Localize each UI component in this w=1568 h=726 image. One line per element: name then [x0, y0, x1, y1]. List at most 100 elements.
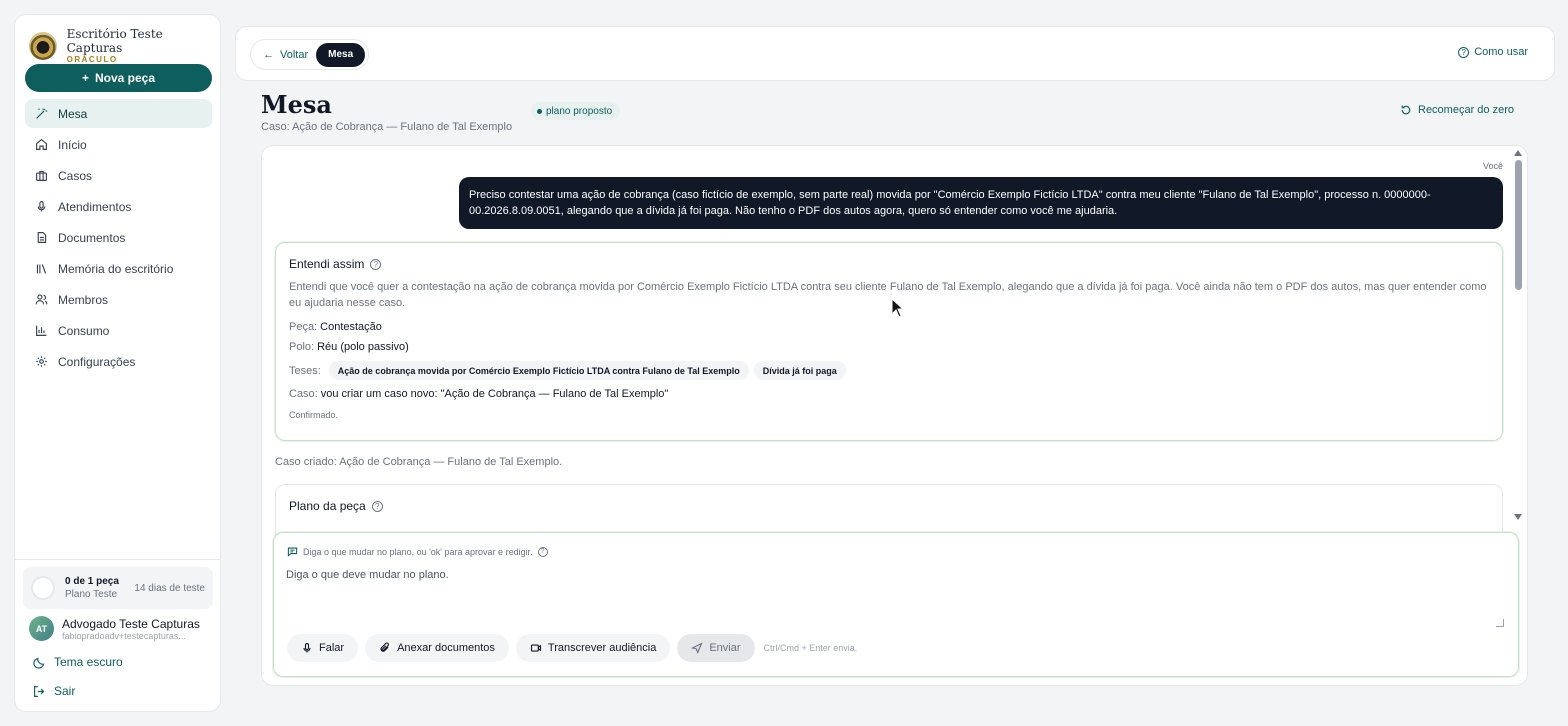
teses-row: Teses: Ação de cobrança movida por Comér…: [289, 361, 1489, 380]
mouse-cursor-icon: [891, 298, 905, 318]
new-piece-button[interactable]: + Nova peça: [25, 64, 212, 92]
status-badge: plano proposto: [531, 102, 621, 120]
teses-key: Teses:: [289, 364, 321, 377]
message-icon: [287, 547, 298, 557]
peca-row: Peça: Contestação: [289, 321, 1489, 333]
sidebar-item-label: Membros: [58, 292, 109, 307]
status-dot-icon: [537, 108, 542, 114]
sidebar-item-configuracoes[interactable]: Configurações: [25, 347, 212, 376]
transcribe-hearing-button[interactable]: Transcrever audiência: [515, 634, 671, 662]
sidebar-item-documentos[interactable]: Documentos: [25, 223, 212, 252]
plan-title: Plano da peça ?: [289, 499, 1489, 513]
back-button[interactable]: ← Voltar: [263, 49, 308, 61]
paperclip-icon: [380, 642, 390, 652]
understood-title-text: Entendi assim: [289, 257, 365, 271]
plan-change-input[interactable]: [286, 569, 1506, 627]
sidebar-item-atendimentos[interactable]: Atendimentos: [25, 192, 212, 221]
attach-label: Anexar documentos: [397, 642, 495, 654]
logout-label: Sair: [54, 684, 76, 698]
chat-panel: Você Preciso contestar uma ação de cobra…: [261, 145, 1528, 686]
composer-hint-text: Diga o que mudar no plano, ou 'ok' para …: [303, 546, 533, 557]
confirmed-note: Confirmado.: [289, 410, 339, 420]
sidebar-nav: Mesa Início Casos Atendimentos Documento…: [25, 99, 212, 378]
polo-key: Polo:: [289, 341, 315, 353]
scroll-up-icon[interactable]: [1514, 150, 1522, 156]
sidebar-item-mesa[interactable]: Mesa: [25, 99, 212, 128]
sidebar-item-label: Atendimentos: [58, 199, 132, 214]
user-profile[interactable]: AT Advogado Teste Capturas fabiopradoadv…: [29, 616, 214, 641]
brand-sub: ORÁCULO: [66, 55, 118, 64]
scroll-down-icon[interactable]: [1514, 514, 1522, 520]
help-circle-icon[interactable]: ?: [370, 258, 382, 270]
understood-description: Entendi que você quer a contestação na a…: [289, 281, 1487, 309]
resize-handle[interactable]: [1496, 619, 1504, 627]
polo-value: Réu (polo passivo): [317, 341, 409, 353]
how-to-use-link[interactable]: ? Como usar: [1458, 46, 1528, 58]
moon-icon: [33, 657, 45, 669]
sidebar-item-inicio[interactable]: Início: [25, 130, 212, 159]
logout-icon: [34, 685, 45, 697]
avatar: AT: [29, 616, 54, 641]
page-case-subtitle: Caso: Ação de Cobrança — Fulano de Tal E…: [261, 121, 513, 133]
bar-chart-icon: [36, 325, 47, 336]
sidebar-item-casos[interactable]: Casos: [25, 161, 212, 190]
library-icon: [36, 264, 47, 274]
sidebar: Escritório Teste Capturas ORÁCULO + Nova…: [14, 14, 221, 712]
new-piece-label: Nova peça: [94, 71, 156, 85]
document-icon: [37, 232, 47, 243]
briefcase-icon: [36, 170, 47, 181]
brand[interactable]: Escritório Teste Capturas ORÁCULO: [29, 27, 220, 64]
sidebar-item-membros[interactable]: Membros: [25, 285, 212, 314]
trial-days: 14 dias de teste: [134, 582, 205, 594]
sidebar-item-label: Início: [58, 137, 87, 152]
user-email: fabiopradoadv+testecapturas...: [62, 630, 186, 641]
users-icon: [35, 294, 48, 305]
home-icon: [36, 138, 47, 150]
logout-button[interactable]: Sair: [33, 684, 75, 698]
composer-actions: Falar Anexar documentos Transcrever audi…: [287, 634, 857, 662]
user-message-bubble: Preciso contestar uma ação de cobrança (…: [459, 177, 1503, 229]
status-label: plano proposto: [546, 105, 613, 117]
brand-name: Escritório Teste Capturas: [66, 27, 163, 55]
sidebar-divider: [15, 559, 220, 560]
plus-icon: +: [81, 71, 89, 85]
shortcut-hint: Ctrl/Cmd + Enter envia.: [763, 643, 858, 653]
back-label: Voltar: [280, 48, 309, 61]
restart-button[interactable]: Recomeçar do zero: [1400, 104, 1514, 116]
sidebar-item-memoria[interactable]: Memória do escritório: [25, 254, 212, 283]
video-icon: [530, 644, 541, 652]
sidebar-item-consumo[interactable]: Consumo: [25, 316, 212, 345]
sidebar-item-label: Documentos: [58, 230, 126, 245]
speak-button[interactable]: Falar: [287, 634, 359, 662]
speak-label: Falar: [319, 642, 345, 654]
sidebar-item-label: Configurações: [58, 354, 136, 369]
help-circle-icon[interactable]: ?: [537, 546, 548, 557]
arrow-left-icon: ←: [263, 48, 274, 61]
microphone-icon: [303, 642, 311, 653]
scrollbar[interactable]: [1513, 148, 1525, 520]
attach-documents-button[interactable]: Anexar documentos: [365, 634, 509, 662]
wand-icon: [36, 108, 48, 119]
sidebar-item-label: Consumo: [58, 323, 110, 338]
usage-ring: [31, 576, 55, 600]
send-button[interactable]: Enviar: [677, 634, 755, 662]
help-circle-icon[interactable]: ?: [371, 500, 383, 512]
usage-count: 0 de 1 peça: [65, 576, 119, 587]
polo-row: Polo: Réu (polo passivo): [289, 341, 1489, 353]
sidebar-item-label: Mesa: [58, 106, 88, 121]
thesis-tag: Dívida já foi paga: [753, 361, 846, 380]
current-page-pill[interactable]: Mesa: [316, 42, 366, 67]
send-label: Enviar: [709, 642, 741, 654]
brand-logo: [29, 31, 57, 60]
caso-value: vou criar um caso novo: "Ação de Cobranç…: [320, 388, 669, 400]
gear-icon: [36, 356, 47, 367]
refresh-icon: [1401, 105, 1411, 115]
case-created-note: Caso criado: Ação de Cobrança — Fulano d…: [275, 456, 563, 468]
scrollbar-thumb[interactable]: [1515, 160, 1522, 290]
caso-key: Caso:: [289, 388, 318, 400]
breadcrumb: ← Voltar Mesa: [250, 39, 370, 70]
dark-theme-label: Tema escuro: [54, 655, 123, 669]
usage-plan: Plano Teste: [65, 589, 118, 600]
understood-title: Entendi assim ?: [289, 257, 1489, 271]
dark-theme-toggle[interactable]: Tema escuro: [33, 655, 123, 669]
